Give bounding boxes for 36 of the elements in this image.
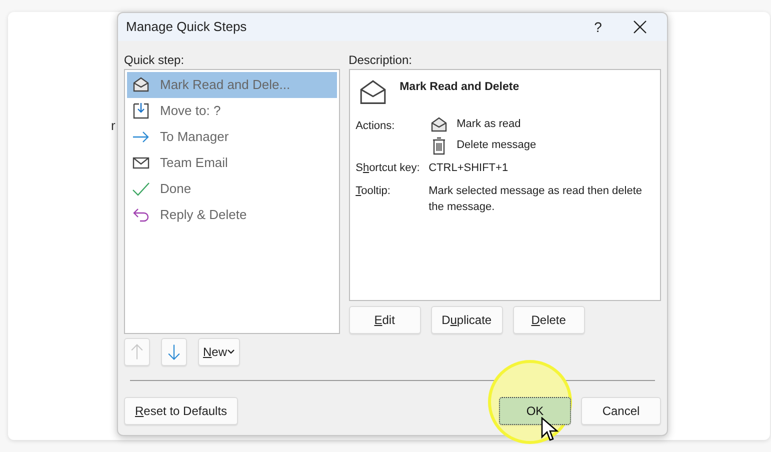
description-label: Description: [348, 52, 413, 69]
new-button[interactable]: New [198, 338, 240, 366]
shortcut-label: Shortcut key: [356, 161, 421, 176]
tooltip-text: Mark selected message as read then delete the message. [428, 184, 643, 214]
reset-button[interactable]: Reset to Defaults [124, 397, 238, 425]
caret-icon [227, 349, 236, 355]
ok-button[interactable]: OK [499, 397, 571, 425]
action-text: Mark as read [456, 117, 521, 132]
open-envelope-icon [428, 114, 449, 134]
quick-step-item[interactable]: Done [127, 176, 337, 202]
quick-step-item[interactable]: Team Email [127, 150, 337, 176]
action-button[interactable]: Duplicate [430, 306, 503, 334]
actions-label: Actions: [356, 119, 396, 134]
folder-arrow-icon [131, 101, 151, 121]
quick-step-item[interactable]: To Manager [127, 124, 337, 150]
quick-step-title: Mark Read and Delete [400, 80, 520, 95]
shortcut-value: CTRL+SHIFT+1 [428, 161, 508, 176]
quick-step-label: Quick step: [124, 52, 186, 69]
quick-step-item[interactable]: Reply & Delete [127, 202, 337, 228]
help-button[interactable]: ? [583, 16, 613, 38]
close-icon [633, 20, 647, 34]
quick-step-name: Mark Read and Dele... [160, 76, 290, 94]
quick-step-name: Reply & Delete [160, 206, 247, 224]
action-text: Delete message [456, 138, 536, 154]
action-button[interactable]: Edit [348, 306, 421, 334]
cancel-button[interactable]: Cancel [581, 397, 661, 425]
quick-step-name: To Manager [160, 128, 229, 146]
background-text: r [111, 117, 116, 135]
tooltip-label: Tooltip: [356, 184, 392, 198]
quick-step-item[interactable]: Move to: ? [127, 98, 337, 124]
quick-step-name: Move to: ? [160, 102, 221, 120]
window-title: Manage Quick Steps [126, 18, 247, 36]
action-button[interactable]: Delete [512, 306, 585, 334]
quick-step-name: Team Email [160, 154, 228, 172]
move-button[interactable] [161, 338, 187, 366]
quick-step-name: Done [160, 180, 192, 198]
